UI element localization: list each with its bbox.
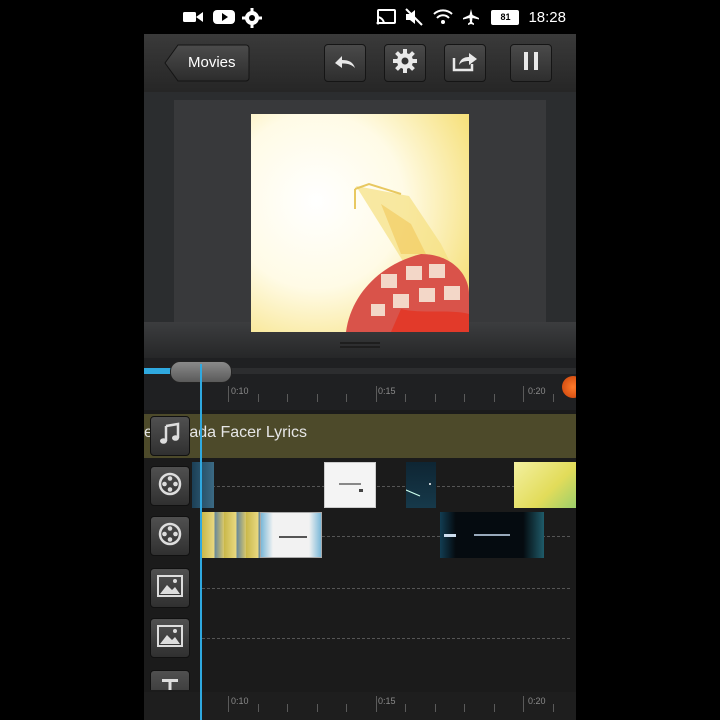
undo-button[interactable] [324,44,366,82]
ruler-tick [346,394,347,402]
ruler-tick [523,386,524,402]
tick-label: 0:20 [528,386,546,396]
video-clip[interactable] [202,512,260,558]
back-to-movies-button[interactable]: Movies [164,44,250,82]
image-track-1[interactable] [144,564,576,612]
ruler-tick [258,394,259,402]
ruler-tick [376,696,377,712]
cast-icon [375,8,397,26]
playhead[interactable] [200,364,202,720]
top-time-ruler: 0:10 0:15 0:20 [144,384,576,406]
ruler-tick [258,704,259,712]
status-time: 18:28 [528,8,566,26]
ruler-tick [287,394,288,402]
undo-icon [332,51,358,76]
ruler-tick [405,394,406,402]
film-reel-icon [158,522,182,551]
preview-drag-handle[interactable] [340,338,380,348]
video-camera-icon [182,8,203,26]
ruler-tick [228,386,229,402]
share-button[interactable] [444,44,486,82]
video-track-1[interactable] [144,462,576,510]
ruler-tick [464,704,465,712]
film-reel-icon [158,472,182,501]
video-preview-area [144,92,576,358]
tick-label: 0:10 [231,386,249,396]
ruler-tick [553,394,554,402]
music-note-icon [158,422,182,451]
ruler-tick [376,386,377,402]
tick-label: 0:15 [378,386,396,396]
text-track-button[interactable] [150,670,190,690]
image-track-2[interactable] [144,614,576,662]
ruler-tick [405,704,406,712]
status-bar: 81 18:28 [144,0,576,34]
music-track[interactable]: e vis Jada Facer Lyrics [144,414,576,458]
settings-icon [392,48,418,79]
image-track-button[interactable] [150,618,190,658]
ruler-tick [553,704,554,712]
ruler-tick [523,696,524,712]
ruler-tick [494,704,495,712]
video-clip[interactable] [440,512,544,558]
empty-track-guide [202,588,570,589]
video-clip[interactable] [192,462,214,508]
editor-toolbar: Movies [144,34,576,93]
ruler-tick [287,704,288,712]
gear-icon [242,8,262,28]
timeline: e vis Jada Facer Lyrics 0:10 0:15 0:20 [144,410,576,720]
video-clip[interactable] [514,462,576,508]
pause-button[interactable] [510,44,552,82]
bottom-time-ruler: 0:10 0:15 0:20 [144,692,576,720]
airplane-icon [462,8,482,26]
settings-button[interactable] [384,44,426,82]
image-icon [157,624,183,652]
text-track[interactable] [144,666,576,690]
video-preview-frame[interactable] [251,114,469,332]
tick-label: 0:20 [528,696,546,706]
video-track-button[interactable] [150,516,190,556]
phone-screen: 81 18:28 Movies 0:10 0:15 0:20 e vis Jad… [144,0,576,720]
tick-label: 0:15 [378,696,396,706]
ruler-tick [464,394,465,402]
music-track-button[interactable] [150,416,190,456]
ruler-tick [435,704,436,712]
empty-track-guide [202,638,570,639]
video-clip[interactable] [406,462,436,508]
ruler-tick [494,394,495,402]
image-track-button[interactable] [150,568,190,608]
text-icon [158,676,182,690]
pause-icon [522,51,540,76]
playback-scrubber[interactable]: 0:10 0:15 0:20 [144,358,576,410]
mute-icon [404,8,424,26]
ruler-tick [435,394,436,402]
ruler-tick [317,704,318,712]
share-icon [451,49,479,78]
youtube-icon [212,8,235,26]
video-track-2[interactable] [144,512,576,560]
ruler-tick [317,394,318,402]
video-clip[interactable] [260,512,322,558]
image-icon [157,574,183,602]
video-track-button[interactable] [150,466,190,506]
tick-label: 0:10 [231,696,249,706]
ruler-tick [228,696,229,712]
preview-image [251,114,469,332]
battery-icon: 81 [491,9,520,25]
wifi-icon [433,8,454,26]
video-clip[interactable] [324,462,376,508]
back-button-label: Movies [188,54,236,71]
ruler-tick [346,704,347,712]
